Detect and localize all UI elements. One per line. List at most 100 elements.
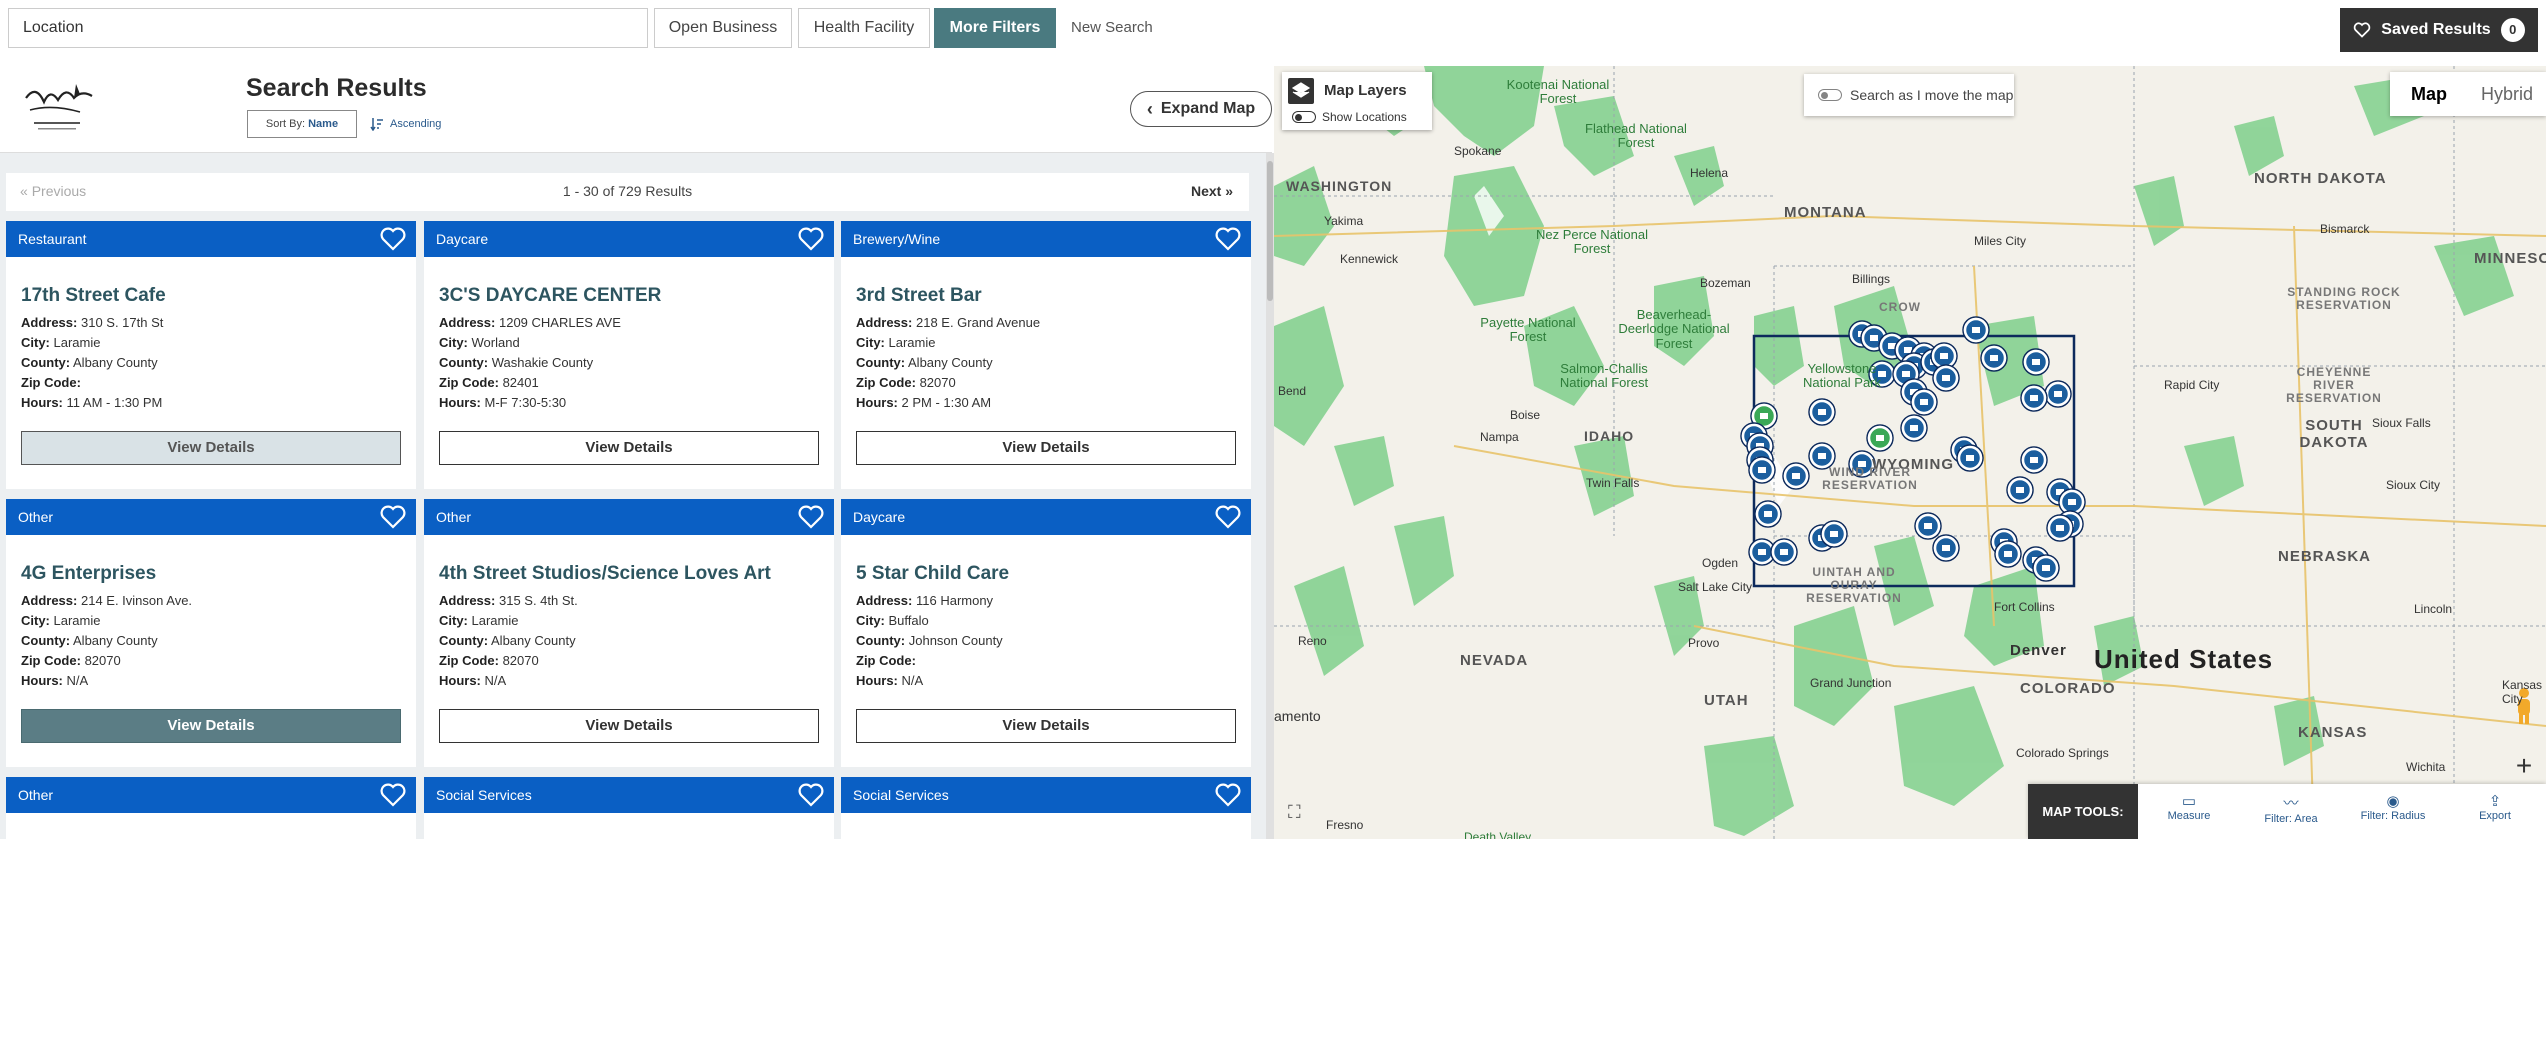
- location-marker-icon[interactable]: [1808, 398, 1836, 426]
- toggle-switch[interactable]: [1818, 89, 1842, 101]
- measure-tool[interactable]: ▭ Measure: [2138, 784, 2240, 839]
- scrollbar-thumb[interactable]: [1267, 161, 1273, 301]
- ruler-icon: ▭: [2181, 793, 2197, 810]
- filter-area-tool[interactable]: 〰 Filter: Area: [2240, 784, 2342, 839]
- favorite-heart-icon[interactable]: [380, 226, 406, 252]
- view-details-button[interactable]: View Details: [21, 709, 401, 743]
- search-as-move-toggle[interactable]: Search as I move the map: [1804, 74, 2014, 116]
- map-panel[interactable]: Map Layers Show Locations Search as I mo…: [1274, 66, 2546, 839]
- zip-value: 82070: [919, 375, 956, 390]
- zoom-in-button[interactable]: +: [2506, 750, 2542, 781]
- view-details-button[interactable]: View Details: [21, 431, 401, 465]
- card-city: City: Laramie: [21, 611, 416, 631]
- favorite-heart-icon[interactable]: [1215, 226, 1241, 252]
- view-details-button[interactable]: View Details: [856, 709, 1236, 743]
- map-type-map[interactable]: Map: [2390, 72, 2468, 116]
- location-marker-icon[interactable]: [2046, 514, 2074, 542]
- map-canvas[interactable]: [1274, 66, 2546, 839]
- location-marker-icon[interactable]: [1754, 500, 1782, 528]
- card-business-name[interactable]: 4G Enterprises: [21, 563, 416, 585]
- street-view-pegman-icon[interactable]: [2510, 686, 2538, 726]
- location-marker-icon[interactable]: [1866, 424, 1894, 452]
- card-category: Restaurant: [18, 231, 87, 247]
- result-card: Other 4th Street Studios/Science Loves Ar…: [424, 499, 834, 767]
- location-marker-icon[interactable]: [2022, 348, 2050, 376]
- expand-map-button[interactable]: ‹ Expand Map: [1130, 91, 1272, 127]
- results-scrollbar[interactable]: [1266, 153, 1274, 839]
- location-marker-icon[interactable]: [1782, 462, 1810, 490]
- filter-radius-tool[interactable]: ◉ Filter: Radius: [2342, 784, 2444, 839]
- city-label: City:: [21, 613, 50, 628]
- favorite-heart-icon[interactable]: [798, 504, 824, 530]
- favorite-heart-icon[interactable]: [380, 782, 406, 808]
- location-marker-icon[interactable]: [1748, 456, 1776, 484]
- map-layers-panel[interactable]: Map Layers Show Locations: [1282, 72, 1432, 130]
- address-value: 218 E. Grand Avenue: [915, 315, 1041, 330]
- location-marker-icon[interactable]: [1980, 344, 2008, 372]
- city-label: City:: [21, 335, 50, 350]
- location-marker-icon[interactable]: [1808, 442, 1836, 470]
- hours-label: Hours:: [21, 395, 63, 410]
- result-card: Other: [6, 777, 416, 1045]
- card-business-name[interactable]: 4th Street Studios/Science Loves Art: [439, 563, 834, 585]
- favorite-heart-icon[interactable]: [798, 782, 824, 808]
- card-county: County: Albany County: [856, 353, 1251, 373]
- location-marker-icon[interactable]: [1956, 444, 1984, 472]
- card-business-name[interactable]: 17th Street Cafe: [21, 285, 416, 307]
- card-category: Other: [436, 509, 472, 525]
- location-marker-icon[interactable]: [1910, 388, 1938, 416]
- show-locations-toggle[interactable]: Show Locations: [1292, 110, 1407, 124]
- map-type-switch: Map Hybrid: [2390, 72, 2546, 116]
- location-marker-icon[interactable]: [1932, 534, 1960, 562]
- location-marker-icon[interactable]: [2020, 384, 2048, 412]
- location-marker-icon[interactable]: [2020, 446, 2048, 474]
- more-filters-button[interactable]: More Filters: [934, 8, 1056, 48]
- card-business-name[interactable]: 5 Star Child Care: [856, 563, 1251, 585]
- zip-label: Zip Code:: [439, 653, 499, 668]
- health-facility-filter[interactable]: Health Facility: [798, 8, 930, 48]
- location-marker-icon[interactable]: [1914, 512, 1942, 540]
- address-label: Address:: [439, 315, 496, 330]
- top-search-bar: Open Business Health Facility More Filte…: [0, 0, 2546, 58]
- location-marker-icon[interactable]: [1868, 360, 1896, 388]
- favorite-heart-icon[interactable]: [798, 226, 824, 252]
- county-value: Albany County: [491, 633, 576, 648]
- map-type-hybrid[interactable]: Hybrid: [2468, 72, 2546, 116]
- card-business-name[interactable]: 3C'S DAYCARE CENTER: [439, 285, 834, 307]
- sort-direction-toggle[interactable]: Ascending: [370, 110, 441, 138]
- card-address: Address: 310 S. 17th St: [21, 313, 416, 333]
- view-details-button[interactable]: View Details: [856, 431, 1236, 465]
- card-business-name[interactable]: 3rd Street Bar: [856, 285, 1251, 307]
- location-marker-icon[interactable]: [1770, 538, 1798, 566]
- card-hours: Hours: M-F 7:30-5:30: [439, 393, 834, 413]
- location-input[interactable]: [8, 8, 648, 48]
- location-marker-icon[interactable]: [1994, 540, 2022, 568]
- location-marker-icon[interactable]: [1962, 316, 1990, 344]
- favorite-heart-icon[interactable]: [1215, 782, 1241, 808]
- favorite-heart-icon[interactable]: [1215, 504, 1241, 530]
- next-page-button[interactable]: Next »: [1191, 183, 1233, 199]
- open-business-filter[interactable]: Open Business: [654, 8, 792, 48]
- favorite-heart-icon[interactable]: [380, 504, 406, 530]
- location-marker-icon[interactable]: [1820, 520, 1848, 548]
- location-marker-icon[interactable]: [2006, 476, 2034, 504]
- location-marker-icon[interactable]: [1932, 364, 1960, 392]
- export-tool[interactable]: ⇪ Export: [2444, 784, 2546, 839]
- map-tools-bar: MAP TOOLS: ▭ Measure 〰 Filter: Area ◉ Filte…: [2028, 784, 2546, 839]
- new-search-link[interactable]: New Search: [1071, 8, 1153, 48]
- toggle-switch[interactable]: [1292, 111, 1316, 123]
- location-marker-icon[interactable]: [2044, 380, 2072, 408]
- address-value: 214 E. Ivinson Ave.: [80, 593, 193, 608]
- chevron-left-icon: ‹: [1146, 98, 1153, 119]
- zip-label: Zip Code:: [21, 653, 81, 668]
- sort-by-select[interactable]: Sort By: Name: [247, 110, 357, 138]
- view-details-button[interactable]: View Details: [439, 709, 819, 743]
- card-category-bar: Restaurant: [6, 221, 416, 257]
- saved-results-button[interactable]: Saved Results 0: [2340, 8, 2538, 52]
- location-marker-icon[interactable]: [1900, 414, 1928, 442]
- card-category: Brewery/Wine: [853, 231, 941, 247]
- address-value: 1209 CHARLES AVE: [498, 315, 621, 330]
- location-marker-icon[interactable]: [2032, 554, 2060, 582]
- view-details-button[interactable]: View Details: [439, 431, 819, 465]
- location-marker-icon[interactable]: [1848, 450, 1876, 478]
